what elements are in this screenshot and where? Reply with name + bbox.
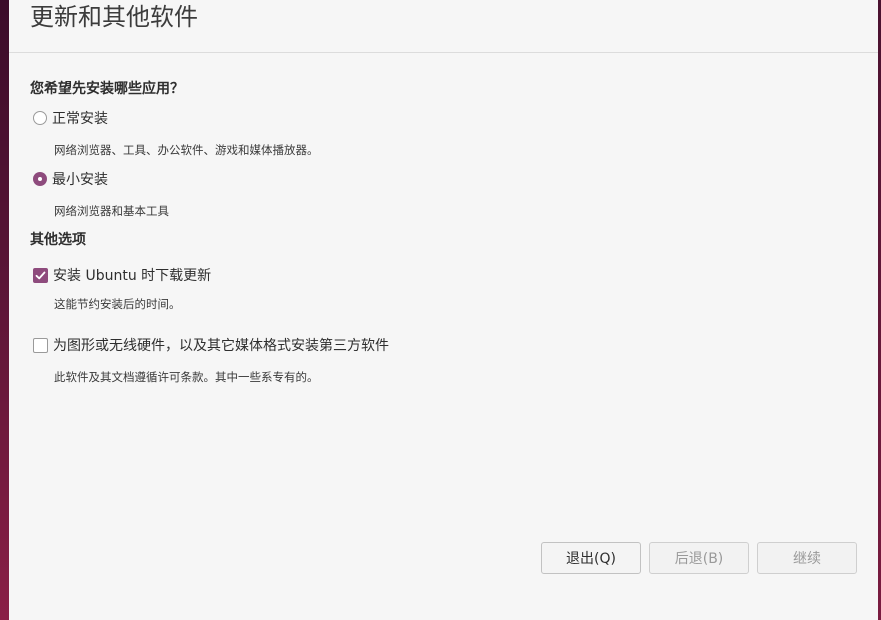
continue-button[interactable]: 继续	[757, 542, 857, 574]
minimal-install-description: 网络浏览器和基本工具	[54, 204, 169, 218]
normal-install-radio-option[interactable]: 正常安装	[33, 108, 108, 128]
third-party-software-checkbox-option[interactable]: 为图形或无线硬件，以及其它媒体格式安装第三方软件	[33, 335, 389, 355]
third-party-software-label: 为图形或无线硬件，以及其它媒体格式安装第三方软件	[53, 338, 389, 354]
download-updates-checkbox-option[interactable]: 安装 Ubuntu 时下载更新	[33, 265, 211, 285]
normal-install-radio[interactable]	[33, 111, 47, 125]
other-options-heading: 其他选项	[30, 232, 86, 248]
download-updates-checkbox[interactable]	[33, 267, 48, 283]
download-updates-label: 安装 Ubuntu 时下载更新	[53, 268, 212, 284]
download-updates-description: 这能节约安装后的时间。	[54, 297, 181, 311]
page-title: 更新和其他软件	[30, 3, 198, 31]
checkmark-icon	[35, 271, 46, 279]
back-button[interactable]: 后退(B)	[649, 542, 749, 574]
third-party-software-description: 此软件及其文档遵循许可条款。其中一些系专有的。	[54, 370, 319, 384]
desktop-background-left	[0, 0, 9, 620]
third-party-software-checkbox[interactable]	[33, 337, 48, 353]
minimal-install-label: 最小安装	[52, 172, 108, 188]
minimal-install-radio[interactable]	[33, 172, 47, 186]
minimal-install-radio-option[interactable]: 最小安装	[33, 169, 108, 189]
window-header: 更新和其他软件	[9, 0, 878, 53]
installer-window: 更新和其他软件 您希望先安装哪些应用？ 正常安装 网络浏览器、工具、办公软件、游…	[9, 0, 878, 620]
quit-button[interactable]: 退出(Q)	[541, 542, 641, 574]
normal-install-description: 网络浏览器、工具、办公软件、游戏和媒体播放器。	[54, 143, 319, 157]
install-type-heading: 您希望先安装哪些应用？	[30, 81, 184, 97]
normal-install-label: 正常安装	[52, 111, 108, 127]
